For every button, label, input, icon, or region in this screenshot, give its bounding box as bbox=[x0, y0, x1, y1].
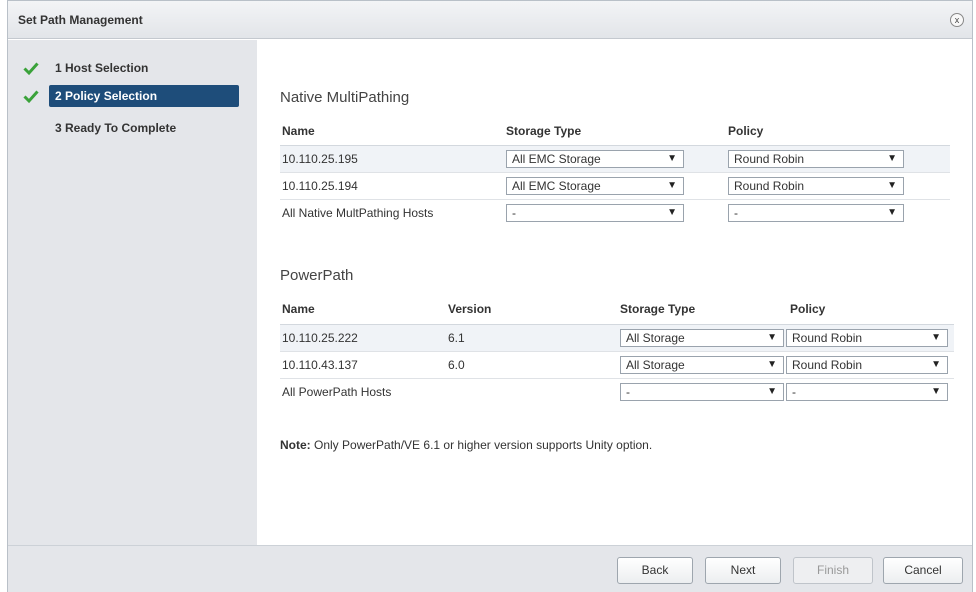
step-host-selection[interactable]: 1 Host Selection bbox=[23, 57, 239, 79]
storage-type-select[interactable]: - ▼ bbox=[620, 383, 784, 401]
dropdown-arrow-icon: ▼ bbox=[931, 359, 941, 370]
dropdown-arrow-icon: ▼ bbox=[667, 180, 677, 191]
table-row: 10.110.43.137 6.0 All Storage ▼ Round Rob… bbox=[280, 351, 954, 378]
unity-support-note: Note: Only PowerPath/VE 6.1 or higher ve… bbox=[280, 438, 652, 452]
checkmark-icon bbox=[23, 62, 39, 76]
pp-header-version: Version bbox=[448, 302, 492, 316]
set-path-management-dialog: Set Path Management x 1 Host Selection 2… bbox=[7, 0, 973, 592]
dropdown-arrow-icon: ▼ bbox=[887, 180, 897, 191]
close-icon[interactable]: x bbox=[950, 13, 964, 27]
pp-header-storage-type: Storage Type bbox=[620, 302, 696, 316]
finish-button[interactable]: Finish bbox=[793, 557, 873, 584]
table-row: 10.110.25.222 6.1 All Storage ▼ Round Rob… bbox=[280, 324, 954, 351]
policy-selection-content: Native MultiPathing Name Storage Type Po… bbox=[258, 40, 972, 545]
policy-select[interactable]: Round Robin ▼ bbox=[786, 329, 948, 347]
table-row: All Native MultPathing Hosts - ▼ - ▼ bbox=[280, 199, 950, 226]
table-row: 10.110.25.195 All EMC Storage ▼ Round Rob… bbox=[280, 145, 950, 172]
host-version: 6.1 bbox=[448, 331, 465, 345]
powerpath-section-title: PowerPath bbox=[280, 267, 354, 284]
policy-select[interactable]: - ▼ bbox=[728, 204, 904, 222]
dialog-titlebar: Set Path Management x bbox=[8, 1, 972, 39]
nmp-header-policy: Policy bbox=[728, 124, 764, 138]
storage-type-select[interactable]: All Storage ▼ bbox=[620, 329, 784, 347]
host-name: 10.110.43.137 bbox=[282, 358, 358, 372]
cancel-button[interactable]: Cancel bbox=[883, 557, 963, 584]
note-text: Only PowerPath/VE 6.1 or higher version … bbox=[310, 438, 653, 452]
step-label: 2 Policy Selection bbox=[55, 89, 158, 103]
note-prefix: Note: bbox=[280, 438, 311, 452]
step-policy-selection[interactable]: 2 Policy Selection bbox=[23, 85, 239, 107]
policy-select[interactable]: - ▼ bbox=[786, 383, 948, 401]
dropdown-arrow-icon: ▼ bbox=[767, 332, 777, 343]
step-label: 3 Ready To Complete bbox=[55, 121, 177, 135]
nmp-header-name: Name bbox=[282, 124, 315, 138]
pp-header-name: Name bbox=[282, 302, 315, 316]
wizard-footer: Back Next Finish Cancel bbox=[8, 545, 972, 592]
dropdown-arrow-icon: ▼ bbox=[887, 207, 897, 218]
back-button[interactable]: Back bbox=[617, 557, 693, 584]
policy-select[interactable]: Round Robin ▼ bbox=[786, 356, 948, 374]
dropdown-arrow-icon: ▼ bbox=[667, 153, 677, 164]
table-row: All PowerPath Hosts - ▼ - ▼ bbox=[280, 378, 954, 405]
host-name: All PowerPath Hosts bbox=[282, 385, 392, 399]
host-version: 6.0 bbox=[448, 358, 465, 372]
dropdown-arrow-icon: ▼ bbox=[887, 153, 897, 164]
step-ready-to-complete[interactable]: 3 Ready To Complete bbox=[23, 117, 239, 139]
dropdown-arrow-icon: ▼ bbox=[931, 332, 941, 343]
dialog-title: Set Path Management bbox=[18, 13, 143, 27]
policy-select[interactable]: Round Robin ▼ bbox=[728, 150, 904, 168]
dropdown-arrow-icon: ▼ bbox=[931, 386, 941, 397]
table-row: 10.110.25.194 All EMC Storage ▼ Round Rob… bbox=[280, 172, 950, 199]
dropdown-arrow-icon: ▼ bbox=[767, 359, 777, 370]
host-name: 10.110.25.195 bbox=[282, 152, 358, 166]
storage-type-select[interactable]: All EMC Storage ▼ bbox=[506, 177, 684, 195]
host-name: 10.110.25.194 bbox=[282, 179, 358, 193]
host-name: All Native MultPathing Hosts bbox=[282, 206, 434, 220]
checkmark-icon bbox=[23, 90, 39, 104]
policy-select[interactable]: Round Robin ▼ bbox=[728, 177, 904, 195]
pp-header-policy: Policy bbox=[790, 302, 826, 316]
storage-type-select[interactable]: - ▼ bbox=[506, 204, 684, 222]
nmp-section-title: Native MultiPathing bbox=[280, 89, 410, 106]
dropdown-arrow-icon: ▼ bbox=[767, 386, 777, 397]
wizard-steps-sidebar: 1 Host Selection 2 Policy Selection 3 Re… bbox=[8, 40, 257, 545]
next-button[interactable]: Next bbox=[705, 557, 781, 584]
host-name: 10.110.25.222 bbox=[282, 331, 358, 345]
storage-type-select[interactable]: All Storage ▼ bbox=[620, 356, 784, 374]
nmp-header-storage-type: Storage Type bbox=[506, 124, 582, 138]
storage-type-select[interactable]: All EMC Storage ▼ bbox=[506, 150, 684, 168]
dropdown-arrow-icon: ▼ bbox=[667, 207, 677, 218]
step-label: 1 Host Selection bbox=[55, 61, 149, 75]
